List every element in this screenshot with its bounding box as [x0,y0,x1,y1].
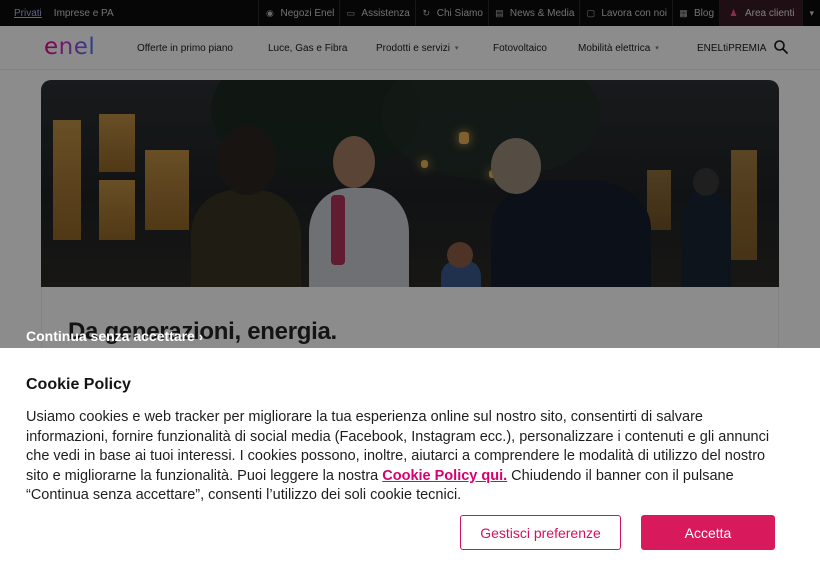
chevron-right-icon: › [198,328,204,344]
cookie-description: Usiamo cookies e web tracker per miglior… [26,409,770,504]
cookie-title: Cookie Policy [26,376,131,393]
continue-label: Continua senza accettare [26,328,195,344]
manage-preferences-button[interactable]: Gestisci preferenze [460,515,621,550]
modal-backdrop [0,0,820,348]
cookie-banner: Cookie Policy Usiamo cookies e web track… [0,348,820,577]
accept-button[interactable]: Accetta [641,515,775,550]
cookie-policy-link[interactable]: Cookie Policy qui. [382,468,507,484]
continue-without-accepting-link[interactable]: Continua senza accettare › [26,328,203,344]
